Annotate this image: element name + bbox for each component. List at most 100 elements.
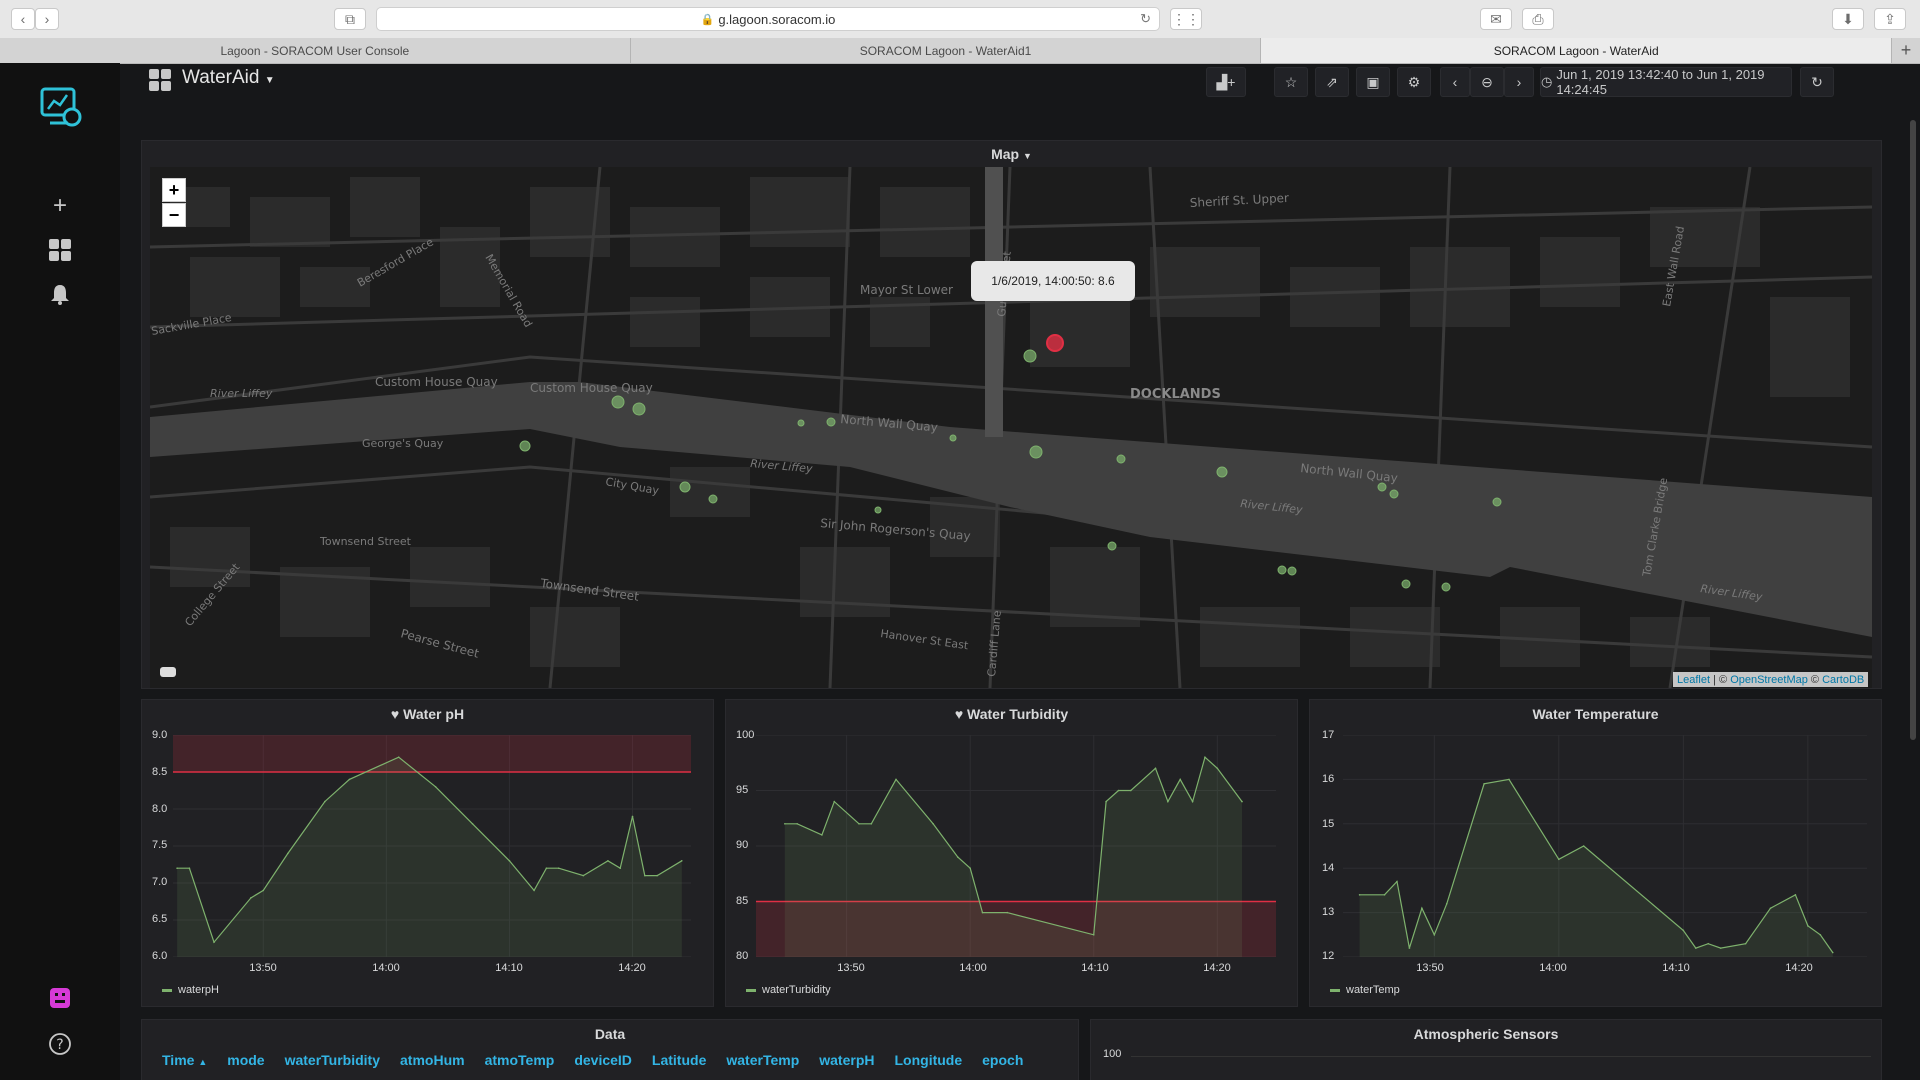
- browser-tab-active[interactable]: SORACOM Lagoon - WaterAid: [1261, 38, 1893, 63]
- data-point: [619, 867, 622, 869]
- map-panel-title[interactable]: Map ▼: [142, 146, 1881, 162]
- bell-icon[interactable]: [45, 279, 75, 309]
- leaflet-link[interactable]: Leaflet: [1677, 674, 1710, 686]
- map-toggle-button[interactable]: [160, 667, 176, 677]
- map-canvas[interactable]: DOCKLANDS Custom House Quay Custom House…: [150, 167, 1872, 688]
- forward-button[interactable]: ›: [35, 8, 59, 30]
- share-dashboard-button[interactable]: ⇗: [1315, 67, 1349, 97]
- time-back-button[interactable]: ‹: [1440, 67, 1470, 97]
- sensor-marker[interactable]: [797, 419, 805, 427]
- sensor-marker[interactable]: [1441, 582, 1451, 592]
- sensor-marker[interactable]: [1107, 541, 1117, 551]
- column-header-mode[interactable]: mode: [217, 1052, 274, 1068]
- legend-item[interactable]: waterTurbidity: [746, 984, 831, 996]
- cartodb-link[interactable]: CartoDB: [1822, 674, 1864, 686]
- save-button[interactable]: ▣: [1356, 67, 1390, 97]
- downloads-button[interactable]: ⬇: [1832, 8, 1864, 30]
- sensor-marker[interactable]: [1389, 489, 1399, 499]
- y-tick: 100: [736, 729, 755, 741]
- column-header-deviceid[interactable]: deviceID: [564, 1052, 642, 1068]
- map-zoom-in-button[interactable]: +: [162, 178, 186, 202]
- sensor-marker[interactable]: [679, 481, 691, 493]
- gear-icon: ⚙: [1407, 73, 1421, 90]
- column-header-waterph[interactable]: waterpH: [809, 1052, 884, 1068]
- tabs-overview-button[interactable]: ⧉: [334, 8, 366, 30]
- data-point: [680, 860, 683, 862]
- sensor-marker[interactable]: [1116, 454, 1126, 464]
- sensor-marker[interactable]: [1277, 565, 1287, 575]
- sensor-marker[interactable]: [708, 494, 718, 504]
- sensor-marker-alert[interactable]: [1046, 334, 1064, 352]
- dashboard-title[interactable]: WaterAid ▼: [182, 67, 275, 89]
- data-point: [607, 860, 609, 862]
- data-panel-title[interactable]: Data: [142, 1026, 1078, 1042]
- share-button[interactable]: ⇪: [1874, 8, 1906, 30]
- map-zoom-out-button[interactable]: −: [162, 203, 186, 227]
- data-point: [1807, 925, 1809, 927]
- sensor-marker[interactable]: [949, 434, 957, 442]
- back-button[interactable]: ‹: [11, 8, 35, 30]
- page-scrollbar[interactable]: [1910, 120, 1916, 740]
- reload-icon[interactable]: ↻: [1140, 11, 1151, 27]
- sensor-marker[interactable]: [1492, 497, 1502, 507]
- column-header-longitude[interactable]: Longitude: [884, 1052, 972, 1068]
- sensor-marker[interactable]: [1023, 349, 1037, 363]
- data-point: [1794, 894, 1797, 896]
- column-header-atmohum[interactable]: atmoHum: [390, 1052, 475, 1068]
- browser-tab[interactable]: SORACOM Lagoon - WaterAid1: [631, 38, 1262, 63]
- column-header-epoch[interactable]: epoch: [972, 1052, 1033, 1068]
- data-point: [1682, 929, 1685, 932]
- refresh-button[interactable]: ↻: [1800, 67, 1834, 97]
- dashboards-grid-icon[interactable]: [45, 235, 75, 265]
- user-avatar[interactable]: [45, 983, 75, 1013]
- water-turbidity-title[interactable]: ♥ Water Turbidity: [726, 706, 1297, 722]
- column-header-waterturbidity[interactable]: waterTurbidity: [275, 1052, 390, 1068]
- top-sites-button[interactable]: ⋮⋮: [1170, 8, 1202, 30]
- water-ph-chart[interactable]: [173, 735, 691, 957]
- column-header-watertemp[interactable]: waterTemp: [716, 1052, 809, 1068]
- sensor-marker[interactable]: [1029, 445, 1043, 459]
- new-tab-button[interactable]: +: [1892, 38, 1920, 63]
- sensor-marker[interactable]: [1287, 566, 1297, 576]
- time-range-picker[interactable]: ◷ Jun 1, 2019 13:42:40 to Jun 1, 2019 14…: [1540, 67, 1792, 97]
- sensor-marker[interactable]: [1216, 466, 1228, 478]
- lagoon-logo[interactable]: [36, 83, 86, 133]
- plus-icon: +: [168, 179, 180, 200]
- water-temperature-chart[interactable]: [1343, 735, 1867, 957]
- osm-link[interactable]: OpenStreetMap: [1730, 674, 1808, 686]
- settings-button[interactable]: ⚙: [1397, 67, 1431, 97]
- column-header-latitude[interactable]: Latitude: [642, 1052, 716, 1068]
- zoom-out-button[interactable]: ⊖: [1470, 67, 1504, 97]
- star-button[interactable]: ☆: [1274, 67, 1308, 97]
- time-forward-button[interactable]: ›: [1504, 67, 1534, 97]
- legend-label: waterTurbidity: [762, 984, 831, 996]
- atmospheric-sensors-title[interactable]: Atmospheric Sensors: [1091, 1026, 1881, 1042]
- sensor-marker[interactable]: [519, 440, 531, 452]
- water-turbidity-chart[interactable]: [756, 735, 1276, 957]
- create-plus-icon[interactable]: +: [45, 191, 75, 221]
- mail-button[interactable]: ✉: [1480, 8, 1512, 30]
- sensor-marker[interactable]: [611, 395, 625, 409]
- sensor-marker[interactable]: [632, 402, 646, 416]
- table-header-row: Time ▲ mode waterTurbidity atmoHum atmoT…: [152, 1052, 1033, 1068]
- y-tick: 6.5: [152, 913, 168, 925]
- legend-item[interactable]: waterTemp: [1330, 984, 1400, 996]
- water-ph-title[interactable]: ♥ Water pH: [142, 706, 713, 722]
- sensor-marker[interactable]: [1401, 579, 1411, 589]
- column-header-time[interactable]: Time ▲: [152, 1052, 217, 1068]
- add-panel-button[interactable]: ▟+: [1206, 67, 1246, 97]
- browser-tab[interactable]: Lagoon - SORACOM User Console: [0, 38, 631, 63]
- sensor-marker[interactable]: [874, 506, 882, 514]
- sensor-marker[interactable]: [826, 417, 836, 427]
- water-temperature-title[interactable]: Water Temperature: [1310, 706, 1881, 722]
- sort-ascending-icon: ▲: [198, 1057, 208, 1067]
- legend-item[interactable]: waterpH: [162, 984, 219, 996]
- threshold-region: [173, 735, 691, 772]
- x-tick: 14:10: [495, 962, 523, 974]
- data-point: [1167, 800, 1169, 803]
- sensor-marker[interactable]: [1377, 482, 1387, 492]
- print-button[interactable]: ⎙: [1522, 8, 1554, 30]
- address-bar[interactable]: 🔒 g.lagoon.soracom.io ↻: [376, 7, 1160, 31]
- column-header-atmotemp[interactable]: atmoTemp: [475, 1052, 565, 1068]
- help-icon[interactable]: ?: [45, 1029, 75, 1059]
